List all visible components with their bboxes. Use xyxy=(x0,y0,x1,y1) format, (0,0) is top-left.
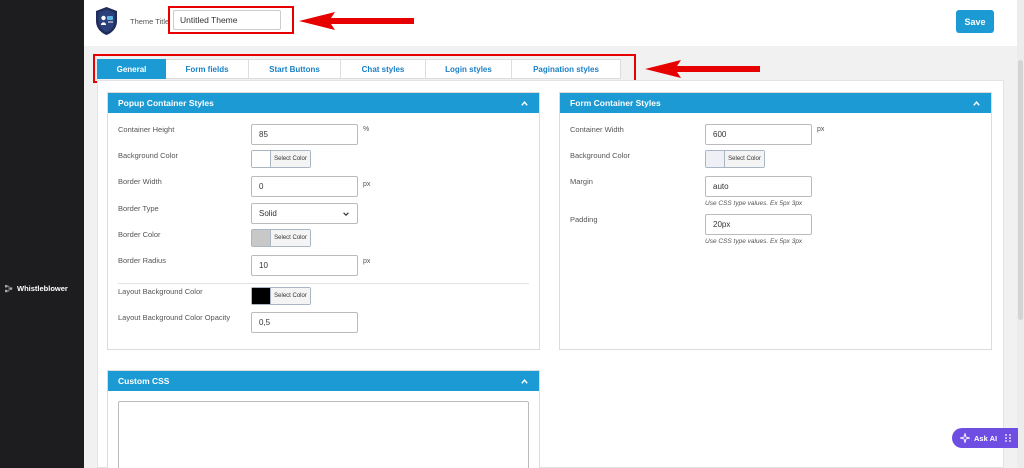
color-swatch xyxy=(252,288,270,304)
form-container-card: Form Container Styles Container Width 60… xyxy=(559,92,992,350)
card-header[interactable]: Custom CSS xyxy=(108,371,539,391)
chevron-up-icon[interactable] xyxy=(520,99,529,108)
container-height-input[interactable]: 85 xyxy=(251,124,358,145)
tab-start-buttons[interactable]: Start Buttons xyxy=(249,59,341,79)
container-height-label: Container Height xyxy=(118,125,175,134)
background-color-picker[interactable]: Select Color xyxy=(251,150,311,168)
section-divider xyxy=(118,283,529,284)
padding-hint: Use CSS type values. Ex 5px 3px xyxy=(705,238,803,245)
ask-ai-button[interactable]: Ask AI xyxy=(952,428,1018,448)
select-color-label: Select Color xyxy=(270,230,310,246)
border-type-select[interactable]: Solid xyxy=(251,203,358,224)
left-sidebar: Whistleblower xyxy=(0,0,84,468)
padding-input[interactable]: 20px xyxy=(705,214,812,235)
card-title: Popup Container Styles xyxy=(118,98,214,108)
color-swatch xyxy=(706,151,724,167)
border-radius-input[interactable]: 10 xyxy=(251,255,358,276)
select-color-label: Select Color xyxy=(270,288,310,304)
header: Theme Title Save xyxy=(84,0,1017,46)
chevron-up-icon[interactable] xyxy=(520,377,529,386)
padding-label: Padding xyxy=(570,215,598,224)
border-width-label: Border Width xyxy=(118,177,162,186)
shield-logo-icon xyxy=(96,7,117,35)
container-width-input[interactable]: 600 xyxy=(705,124,812,145)
tab-chat-styles[interactable]: Chat styles xyxy=(341,59,426,79)
sidebar-item-whistleblower[interactable]: Whistleblower xyxy=(5,284,68,293)
border-width-unit: px xyxy=(363,181,371,188)
background-color-label: Background Color xyxy=(118,151,179,160)
border-type-value: Solid xyxy=(259,209,277,218)
select-color-label: Select Color xyxy=(724,151,764,167)
chevron-down-icon xyxy=(343,211,349,216)
border-width-input[interactable]: 0 xyxy=(251,176,358,197)
annotation-arrow-icon xyxy=(299,12,414,30)
border-radius-unit: px xyxy=(363,258,371,265)
margin-label: Margin xyxy=(570,177,593,186)
custom-css-textarea[interactable] xyxy=(118,401,529,468)
annotation-arrow-icon xyxy=(645,60,760,78)
theme-title-label: Theme Title xyxy=(130,17,170,26)
card-header[interactable]: Popup Container Styles xyxy=(108,93,539,113)
margin-hint: Use CSS type values. Ex 5px 3px xyxy=(705,200,803,207)
layout-background-color-picker[interactable]: Select Color xyxy=(251,287,311,305)
border-color-picker[interactable]: Select Color xyxy=(251,229,311,247)
layout-opacity-label: Layout Background Color Opacity xyxy=(118,313,231,322)
color-swatch xyxy=(252,230,270,246)
layout-opacity-input[interactable]: 0,5 xyxy=(251,312,358,333)
tab-login-styles[interactable]: Login styles xyxy=(426,59,512,79)
form-background-color-picker[interactable]: Select Color xyxy=(705,150,765,168)
settings-tabs: General Form fields Start Buttons Chat s… xyxy=(97,59,621,79)
drag-handle-icon[interactable] xyxy=(1003,433,1013,443)
tab-pagination-styles[interactable]: Pagination styles xyxy=(512,59,621,79)
flow-icon xyxy=(5,284,13,292)
card-title: Custom CSS xyxy=(118,376,170,386)
container-width-unit: px xyxy=(817,126,825,133)
sidebar-item-label: Whistleblower xyxy=(17,284,68,293)
border-type-label: Border Type xyxy=(118,204,159,213)
container-height-unit: % xyxy=(363,126,370,133)
ask-ai-label: Ask AI xyxy=(974,433,998,443)
card-title: Form Container Styles xyxy=(570,98,661,108)
card-header[interactable]: Form Container Styles xyxy=(560,93,991,113)
margin-input[interactable]: auto xyxy=(705,176,812,197)
save-button[interactable]: Save xyxy=(956,10,994,33)
theme-title-input[interactable] xyxy=(173,10,281,30)
layout-background-color-label: Layout Background Color xyxy=(118,287,203,296)
border-color-label: Border Color xyxy=(118,230,161,239)
custom-css-card: Custom CSS xyxy=(107,370,540,468)
border-radius-label: Border Radius xyxy=(118,256,166,265)
sparkle-icon xyxy=(960,433,970,443)
form-background-color-label: Background Color xyxy=(570,151,631,160)
main-content: General Form fields Start Buttons Chat s… xyxy=(84,46,1017,468)
page-scrollbar[interactable] xyxy=(1017,0,1024,468)
tab-form-fields[interactable]: Form fields xyxy=(166,59,249,79)
settings-panel: Popup Container Styles Container Height … xyxy=(97,80,1004,468)
container-width-label: Container Width xyxy=(570,125,624,134)
popup-container-card: Popup Container Styles Container Height … xyxy=(107,92,540,350)
tab-general[interactable]: General xyxy=(97,59,166,79)
scrollbar-thumb[interactable] xyxy=(1018,60,1023,320)
color-swatch xyxy=(252,151,270,167)
select-color-label: Select Color xyxy=(270,151,310,167)
chevron-up-icon[interactable] xyxy=(972,99,981,108)
